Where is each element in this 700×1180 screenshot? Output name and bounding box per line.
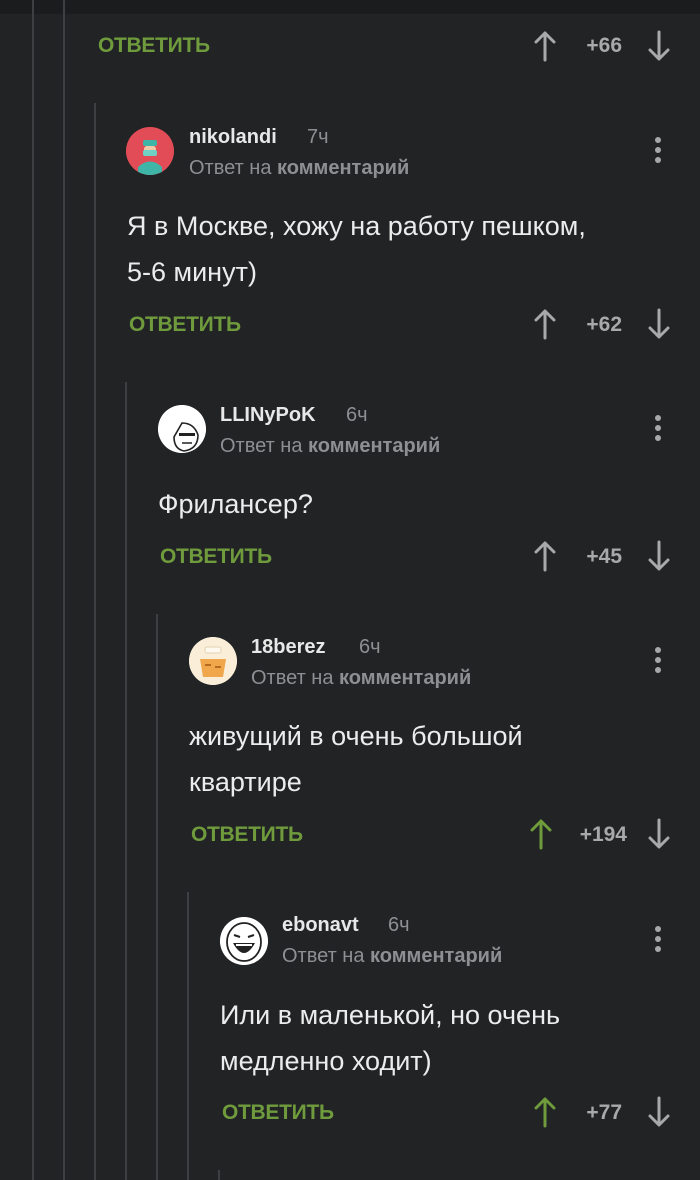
- reply-reference: Ответ на комментарий: [189, 157, 409, 180]
- comment-text-line: медленно ходит): [220, 1046, 432, 1076]
- username[interactable]: LLINyPoK: [220, 404, 316, 427]
- avatar[interactable]: [158, 405, 206, 453]
- score: +77: [586, 1101, 622, 1124]
- comment-text: Фрилансер?: [158, 481, 313, 527]
- username[interactable]: 18berez: [251, 636, 326, 659]
- avatar-image: [189, 637, 237, 685]
- comment-text: Я в Москве, хожу на работу пешком, 5-6 м…: [127, 203, 586, 295]
- reply-prefix: Ответ на: [189, 157, 272, 179]
- comment-time: 6ч: [388, 914, 410, 936]
- reply-reference: Ответ на комментарий: [220, 435, 440, 458]
- downvote-arrow-icon[interactable]: [647, 308, 671, 340]
- more-vertical-icon[interactable]: [655, 137, 661, 167]
- score: +62: [586, 313, 622, 336]
- avatar-image: [126, 127, 174, 175]
- thread-line[interactable]: [156, 614, 158, 1180]
- reply-link[interactable]: комментарий: [339, 667, 471, 689]
- comment-text-line: квартире: [189, 767, 302, 797]
- reply-button[interactable]: ОТВЕТИТЬ: [160, 545, 272, 569]
- upvote-arrow-icon[interactable]: [529, 818, 553, 850]
- top-strip: [0, 0, 700, 14]
- reply-button[interactable]: ОТВЕТИТЬ: [129, 313, 241, 337]
- comment-text-line: 5-6 минут): [127, 257, 257, 287]
- avatar-image: [220, 917, 268, 965]
- comment-text-line: Я в Москве, хожу на работу пешком,: [127, 211, 586, 241]
- reply-reference: Ответ на комментарий: [282, 945, 502, 968]
- comment-text: живущий в очень большой квартире: [189, 713, 523, 805]
- thread-line[interactable]: [218, 1170, 220, 1180]
- downvote-arrow-icon[interactable]: [647, 540, 671, 572]
- thread-line[interactable]: [32, 0, 34, 1180]
- more-vertical-icon[interactable]: [655, 647, 661, 677]
- downvote-arrow-icon[interactable]: [647, 30, 671, 62]
- score: +194: [579, 823, 627, 846]
- reply-prefix: Ответ на: [282, 945, 365, 967]
- thread-line[interactable]: [187, 892, 189, 1180]
- reply-button[interactable]: ОТВЕТИТЬ: [222, 1101, 334, 1125]
- thread-line[interactable]: [94, 103, 96, 1180]
- thread-line[interactable]: [125, 382, 127, 1180]
- comment-time: 7ч: [307, 126, 329, 148]
- comment-time: 6ч: [359, 636, 381, 658]
- downvote-arrow-icon[interactable]: [647, 1096, 671, 1128]
- reply-prefix: Ответ на: [251, 667, 334, 689]
- username[interactable]: ebonavt: [282, 914, 359, 937]
- reply-link[interactable]: комментарий: [308, 435, 440, 457]
- avatar[interactable]: [220, 917, 268, 965]
- reply-button[interactable]: ОТВЕТИТЬ: [98, 34, 210, 58]
- thread-line[interactable]: [63, 0, 65, 1180]
- username[interactable]: nikolandi: [189, 126, 277, 149]
- more-vertical-icon[interactable]: [655, 415, 661, 445]
- more-vertical-icon[interactable]: [655, 926, 661, 956]
- comment-text: Или в маленькой, но очень медленно ходит…: [220, 992, 560, 1084]
- avatar[interactable]: [189, 637, 237, 685]
- downvote-arrow-icon[interactable]: [647, 818, 671, 850]
- comment-text-line: Или в маленькой, но очень: [220, 1000, 561, 1030]
- comment-time: 6ч: [346, 404, 368, 426]
- reply-prefix: Ответ на: [220, 435, 303, 457]
- comment-text-line: Фрилансер?: [158, 489, 313, 519]
- reply-button[interactable]: ОТВЕТИТЬ: [191, 823, 303, 847]
- score: +66: [586, 34, 622, 57]
- reply-reference: Ответ на комментарий: [251, 667, 471, 690]
- comment-text-line: живущий в очень большой: [189, 721, 523, 751]
- avatar-image: [158, 405, 206, 453]
- reply-link[interactable]: комментарий: [370, 945, 502, 967]
- score: +45: [586, 545, 622, 568]
- avatar[interactable]: [126, 127, 174, 175]
- reply-link[interactable]: комментарий: [277, 157, 409, 179]
